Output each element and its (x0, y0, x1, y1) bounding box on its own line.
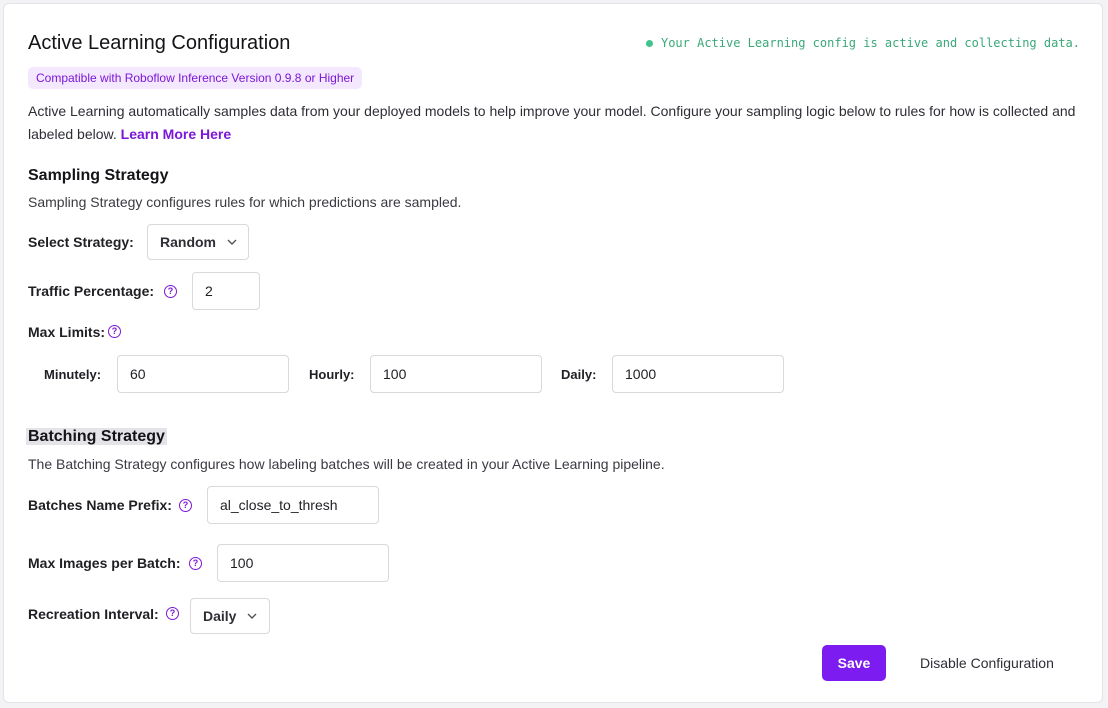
chevron-down-icon (247, 613, 257, 619)
max-limits-label: Max Limits: (28, 324, 106, 340)
batching-strategy-subheading: The Batching Strategy configures how lab… (28, 456, 665, 472)
page-title: Active Learning Configuration (28, 32, 291, 54)
batching-strategy-heading-text: Batching Strategy (26, 428, 167, 445)
batches-name-prefix-label: Batches Name Prefix: (28, 497, 172, 513)
strategy-select[interactable]: Random (147, 224, 249, 260)
batches-name-prefix-input[interactable] (207, 486, 379, 524)
max-images-per-batch-label: Max Images per Batch: (28, 555, 181, 571)
status-dot-icon (645, 39, 653, 47)
save-button[interactable]: Save (822, 645, 886, 681)
learn-more-link[interactable]: Learn More Here (121, 126, 231, 142)
help-circle-icon[interactable]: ? (166, 607, 179, 620)
help-circle-icon[interactable]: ? (189, 557, 202, 570)
page-description: Active Learning automatically samples da… (28, 100, 1078, 146)
max-images-per-batch-input[interactable] (217, 544, 389, 582)
traffic-percentage-label: Traffic Percentage: (28, 283, 155, 299)
help-circle-icon[interactable]: ? (164, 285, 177, 298)
minutely-label: Minutely: (44, 367, 102, 382)
strategy-select-value: Random (160, 234, 216, 250)
status-text: Your Active Learning config is active an… (660, 36, 1080, 50)
select-strategy-label: Select Strategy: (28, 234, 134, 250)
help-circle-icon[interactable]: ? (108, 325, 121, 338)
recreation-interval-select[interactable]: Daily (190, 598, 270, 634)
traffic-percentage-input[interactable] (192, 272, 260, 310)
status-message: Your Active Learning config is active an… (645, 36, 1080, 50)
chevron-down-icon (227, 239, 237, 245)
daily-label: Daily: (561, 367, 597, 382)
active-learning-card: Active Learning Configuration Your Activ… (3, 3, 1103, 703)
sampling-strategy-subheading: Sampling Strategy configures rules for w… (28, 194, 462, 210)
help-circle-icon[interactable]: ? (179, 499, 192, 512)
hourly-input[interactable] (370, 355, 542, 393)
hourly-label: Hourly: (309, 367, 355, 382)
sampling-strategy-heading: Sampling Strategy (28, 167, 169, 184)
disable-configuration-button[interactable]: Disable Configuration (910, 645, 1064, 681)
compatibility-badge: Compatible with Roboflow Inference Versi… (28, 67, 363, 89)
minutely-input[interactable] (117, 355, 289, 393)
recreation-interval-label: Recreation Interval: (28, 606, 159, 622)
daily-input[interactable] (612, 355, 784, 393)
batching-strategy-heading: Batching Strategy (26, 428, 167, 446)
recreation-interval-value: Daily (203, 608, 237, 624)
